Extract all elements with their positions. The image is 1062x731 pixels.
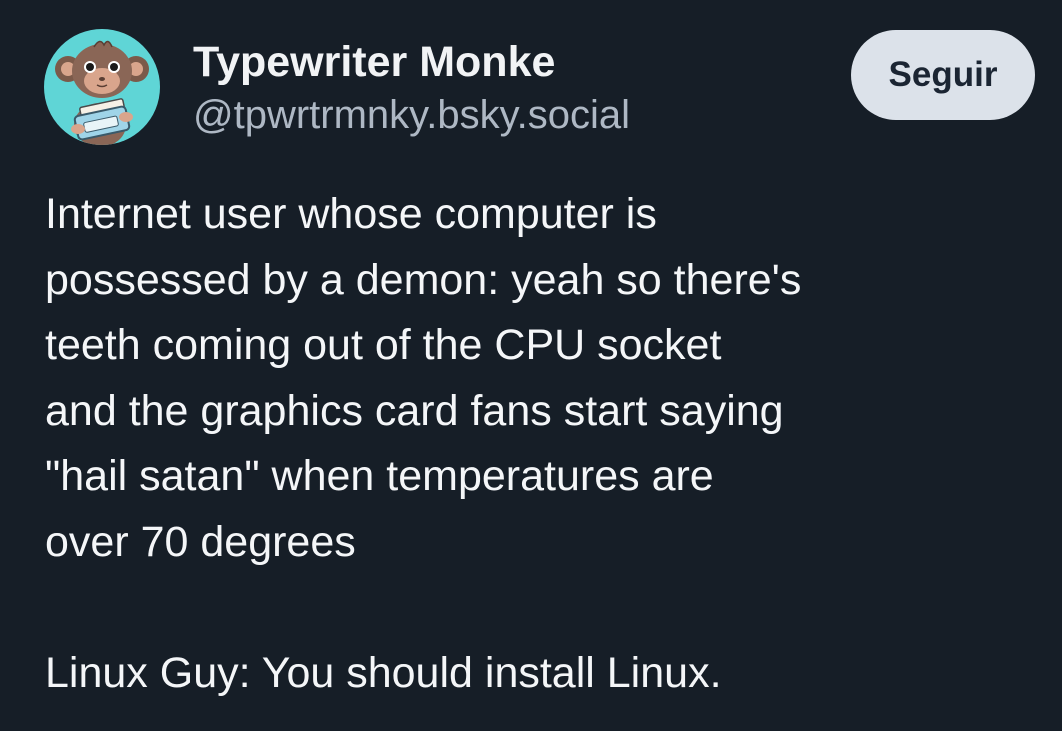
follow-button[interactable]: Seguir [851, 30, 1035, 120]
post-card: Typewriter Monke @tpwrtrmnky.bsky.social… [0, 0, 1062, 731]
post-text-line: and the graphics card fans start saying [45, 386, 784, 435]
author-handle[interactable]: @tpwrtrmnky.bsky.social [193, 88, 630, 142]
post-text-line: teeth coming out of the CPU socket [45, 321, 722, 369]
author-info: Typewriter Monke @tpwrtrmnky.bsky.social [193, 36, 630, 142]
monkey-avatar-icon [55, 40, 149, 145]
author-display-name[interactable]: Typewriter Monke [193, 36, 630, 88]
post-text: Internet user whose computer is possesse… [45, 182, 1045, 706]
post-text-line: "hail satan" when temperatures are [45, 452, 714, 500]
post-text-line: over 70 degrees [45, 517, 356, 566]
author-avatar[interactable] [44, 29, 160, 145]
post-text-line: Internet user whose computer is [45, 190, 657, 238]
post-text-line: possessed by a demon: yeah so there's [45, 255, 802, 304]
post-punchline: Linux Guy: You should install Linux. [45, 648, 722, 697]
